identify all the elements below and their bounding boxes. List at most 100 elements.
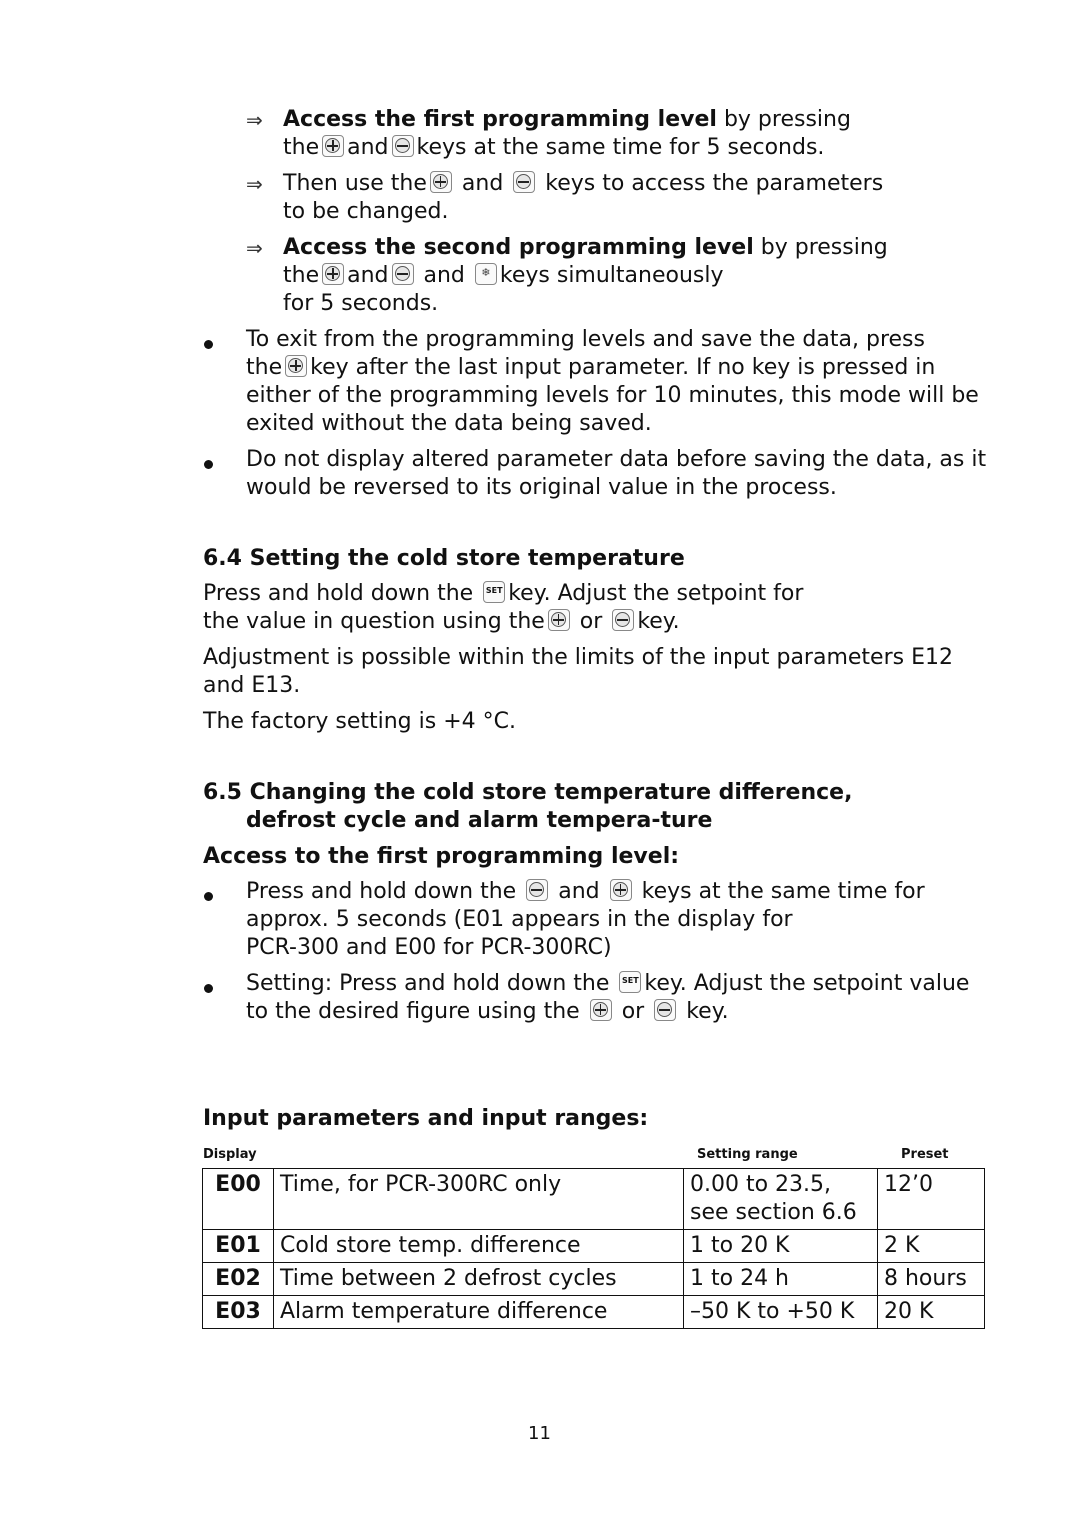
param-desc: Time, for PCR-300RC only bbox=[273, 1168, 684, 1230]
column-header-setting-range: Setting range bbox=[697, 1147, 798, 1162]
minus-key-icon bbox=[513, 171, 536, 193]
text: Setting: Press and hold down the bbox=[246, 971, 610, 996]
param-code: E03 bbox=[202, 1295, 274, 1329]
step-1-bold: Access the first programming level bbox=[283, 107, 717, 132]
text: Then use the bbox=[283, 171, 427, 196]
param-code: E01 bbox=[202, 1229, 274, 1263]
minus-key-icon bbox=[526, 879, 549, 901]
bullet-1-line-2: the key after the last input parameter. I… bbox=[246, 354, 935, 382]
section-6-5-bullet-1-line-3: PCR-300 and E00 for PCR-300RC) bbox=[246, 935, 612, 960]
step-arrow-icon: ⇒ bbox=[246, 108, 263, 132]
step-1-line-1: Access the first programming level by pr… bbox=[283, 106, 851, 134]
text: key. bbox=[686, 999, 729, 1024]
minus-key-icon bbox=[391, 135, 414, 157]
defrost-key-icon: ❄ bbox=[474, 263, 497, 285]
text: and bbox=[461, 171, 504, 196]
table-row: E02 Time between 2 defrost cycles 1 to 2… bbox=[202, 1262, 985, 1296]
column-header-preset: Preset bbox=[901, 1147, 949, 1162]
plus-key-icon bbox=[322, 263, 345, 285]
text: key after the last input parameter. If n… bbox=[310, 355, 936, 380]
factory-setting-text: The factory setting is +4 °C. bbox=[203, 709, 516, 734]
text: keys at the same time for bbox=[641, 879, 925, 904]
text: the value in question using the bbox=[203, 609, 545, 634]
step-3-line-3: for 5 seconds. bbox=[283, 291, 439, 316]
page-number: 11 bbox=[528, 1423, 551, 1444]
section-6-5-bullet-2-line-1: Setting: Press and hold down the SET key.… bbox=[246, 970, 969, 998]
minus-key-icon bbox=[391, 263, 414, 285]
param-code: E00 bbox=[202, 1168, 274, 1230]
param-desc: Time between 2 defrost cycles bbox=[273, 1262, 684, 1296]
text: Press and hold down the bbox=[203, 581, 474, 606]
text: keys to access the parameters bbox=[545, 171, 884, 196]
text: or bbox=[579, 609, 603, 634]
text: the bbox=[283, 135, 320, 160]
section-6-5-bullet-1-line-2: approx. 5 seconds (E01 appears in the di… bbox=[246, 907, 793, 932]
section-6-5-bullet-1-line-1: Press and hold down the and keys at the … bbox=[246, 878, 925, 906]
step-2-line-2: to be changed. bbox=[283, 199, 449, 224]
step-3-line-2: the and and ❄ keys simultaneously bbox=[283, 262, 724, 290]
text: keys at the same time for 5 seconds. bbox=[416, 135, 825, 160]
text: key. Adjust the setpoint for bbox=[508, 581, 804, 606]
first-level-subheading: Access to the first programming level: bbox=[203, 844, 680, 869]
table-row: E03 Alarm temperature difference –50 K t… bbox=[202, 1295, 985, 1329]
param-preset: 12’0 bbox=[877, 1168, 985, 1230]
text: the bbox=[246, 355, 283, 380]
bullet-icon bbox=[204, 984, 213, 993]
param-code: E02 bbox=[202, 1262, 274, 1296]
bullet-2-line-2: would be reversed to its original value … bbox=[246, 475, 837, 500]
bullet-2-line-1: Do not display altered parameter data be… bbox=[246, 447, 987, 472]
range-line-1: 0.00 to 23.5, bbox=[690, 1172, 832, 1197]
bullet-1-line-1: To exit from the programming levels and … bbox=[246, 327, 925, 352]
bullet-icon bbox=[204, 460, 213, 469]
param-range: 1 to 24 h bbox=[683, 1262, 878, 1296]
minus-key-icon bbox=[654, 999, 677, 1021]
section-6-4-heading: 6.4 Setting the cold store temperature bbox=[203, 546, 685, 571]
param-preset: 2 K bbox=[877, 1229, 985, 1263]
param-range: 1 to 20 K bbox=[683, 1229, 878, 1263]
text: and bbox=[347, 263, 389, 288]
section-6-4-line-1: Press and hold down the SET key. Adjust t… bbox=[203, 580, 803, 608]
text: Press and hold down the bbox=[246, 879, 517, 904]
step-arrow-icon: ⇒ bbox=[246, 236, 263, 260]
text: or bbox=[621, 999, 645, 1024]
text: key. bbox=[637, 609, 680, 634]
step-1-line-2: the and keys at the same time for 5 second… bbox=[283, 134, 824, 162]
section-6-5-heading-line-2: defrost cycle and alarm tempera-ture bbox=[246, 808, 713, 833]
param-range: –50 K to +50 K bbox=[683, 1295, 878, 1329]
text: and bbox=[347, 135, 389, 160]
step-1-text: by pressing bbox=[716, 107, 851, 132]
set-key-icon: SET bbox=[483, 581, 506, 603]
text: keys simultaneously bbox=[499, 263, 724, 288]
text: by pressing bbox=[753, 235, 888, 260]
bullet-1-line-4: exited without the data being saved. bbox=[246, 411, 652, 436]
step-2-line-1: Then use the and keys to access the para… bbox=[283, 170, 883, 198]
step-3-bold: Access the second programming level bbox=[283, 235, 754, 260]
plus-key-icon bbox=[322, 135, 345, 157]
bullet-1-line-3: either of the programming levels for 10 … bbox=[246, 383, 979, 408]
param-desc: Cold store temp. difference bbox=[273, 1229, 684, 1263]
params-heading: Input parameters and input ranges: bbox=[203, 1106, 649, 1131]
table-row: E00 Time, for PCR-300RC only 0.00 to 23.… bbox=[202, 1168, 985, 1230]
param-preset: 8 hours bbox=[877, 1262, 985, 1296]
text: to the desired figure using the bbox=[246, 999, 580, 1024]
section-6-4-line-4: and E13. bbox=[203, 673, 301, 698]
text: the bbox=[283, 263, 320, 288]
step-3-line-1: Access the second programming level by p… bbox=[283, 234, 888, 262]
section-6-4-line-3: Adjustment is possible within the limits… bbox=[203, 645, 953, 670]
step-arrow-icon: ⇒ bbox=[246, 172, 263, 196]
text: key. Adjust the setpoint value bbox=[644, 971, 970, 996]
table-row: E01 Cold store temp. difference 1 to 20 … bbox=[202, 1229, 985, 1263]
section-6-4-line-2: the value in question using the or key. bbox=[203, 608, 680, 636]
param-preset: 20 K bbox=[877, 1295, 985, 1329]
section-6-5-heading-line-1: 6.5 Changing the cold store temperature … bbox=[203, 780, 853, 805]
plus-key-icon bbox=[285, 355, 308, 377]
bullet-icon bbox=[204, 892, 213, 901]
text: and bbox=[423, 263, 465, 288]
param-desc: Alarm temperature difference bbox=[273, 1295, 684, 1329]
params-table: E00 Time, for PCR-300RC only 0.00 to 23.… bbox=[202, 1168, 985, 1329]
param-range: 0.00 to 23.5, see section 6.6 bbox=[683, 1168, 878, 1230]
plus-key-icon bbox=[589, 999, 612, 1021]
plus-key-icon bbox=[547, 609, 570, 631]
plus-key-icon bbox=[429, 171, 452, 193]
set-key-icon: SET bbox=[619, 971, 642, 993]
